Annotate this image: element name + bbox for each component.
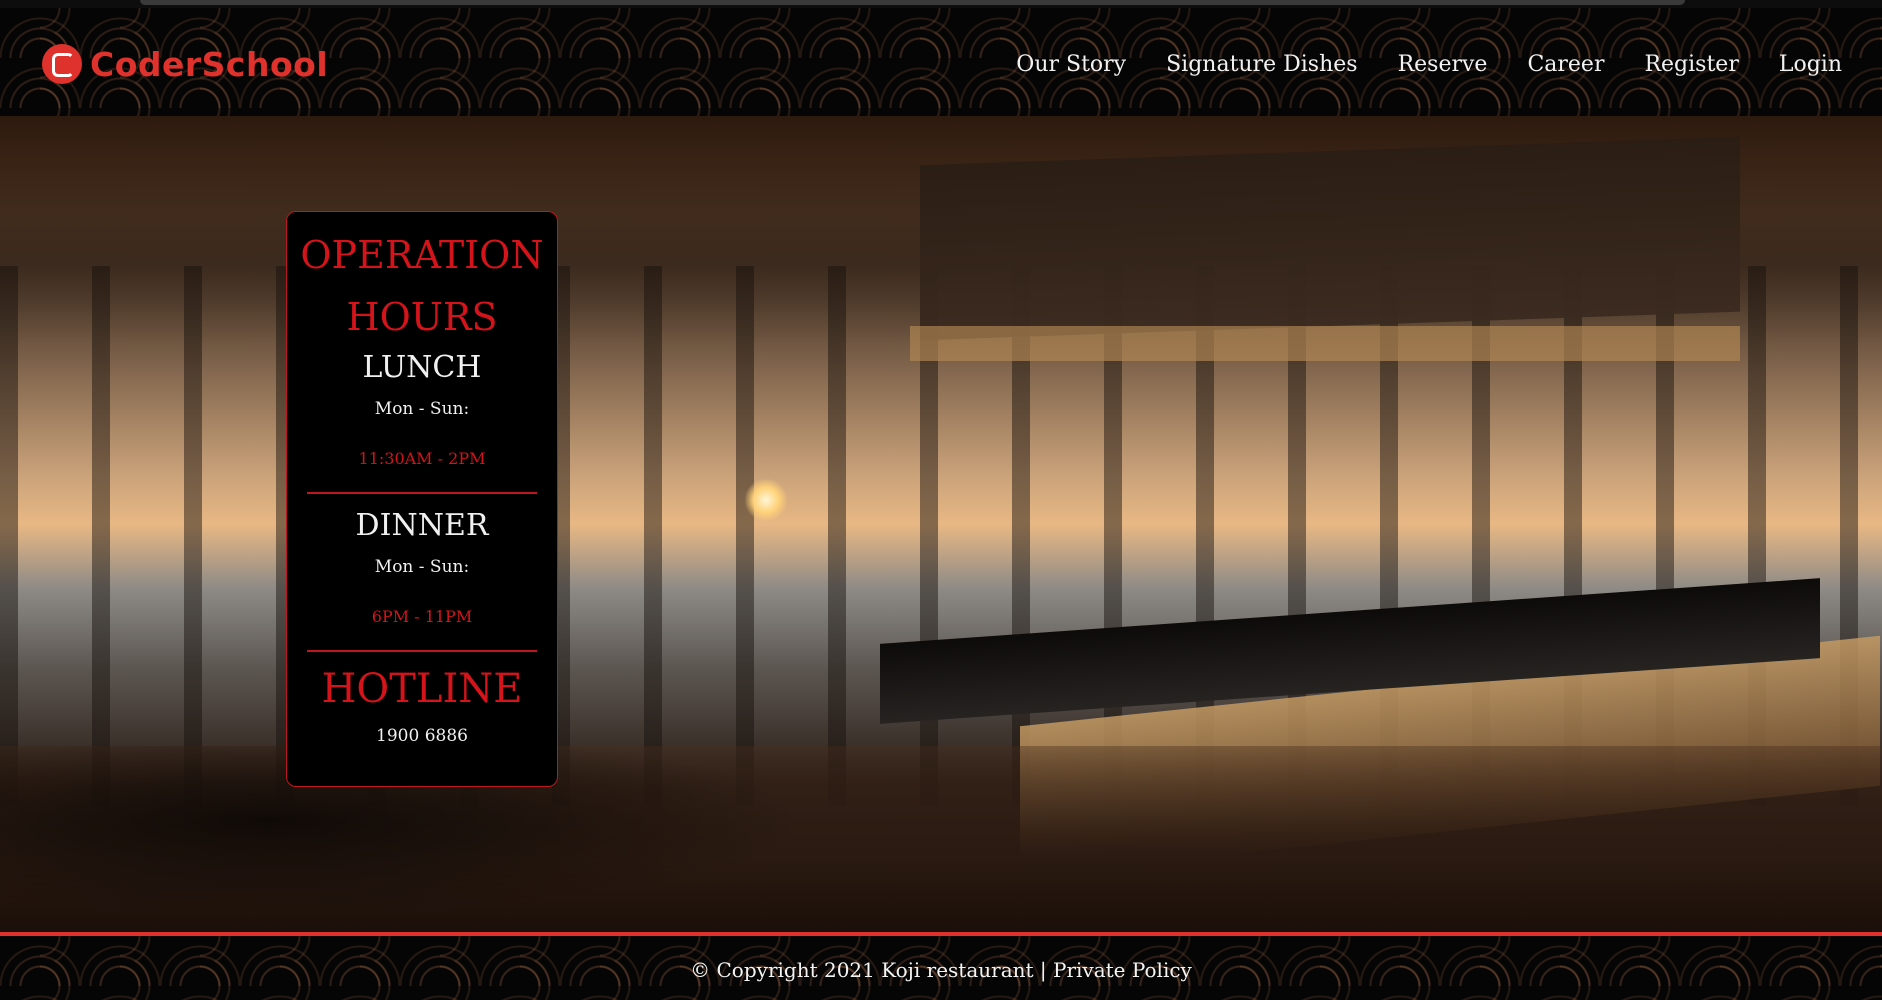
footer-text: © Copyright 2021 Koji restaurant | Priva…	[0, 958, 1882, 982]
main-nav: Our Story Signature Dishes Reserve Caree…	[976, 52, 1842, 77]
dinner-days: Mon - Sun:	[374, 557, 470, 577]
top-strip-inner	[140, 0, 1685, 5]
lunch-days: Mon - Sun:	[374, 399, 470, 419]
browser-top-strip	[0, 0, 1882, 8]
hours-title-line2: HOURS	[346, 295, 498, 339]
divider	[307, 650, 537, 652]
ceiling-hood	[920, 136, 1740, 341]
footer-separator: |	[1033, 958, 1053, 982]
nav-reserve[interactable]: Reserve	[1398, 52, 1488, 77]
nav-register[interactable]: Register	[1644, 52, 1738, 77]
nav-signature-dishes[interactable]: Signature Dishes	[1166, 52, 1357, 77]
hero-restaurant-image	[0, 116, 1882, 932]
divider	[307, 492, 537, 494]
lunch-time: 11:30AM - 2PM	[358, 449, 486, 468]
sunset-sun	[744, 478, 788, 522]
site-footer: © Copyright 2021 Koji restaurant | Priva…	[0, 932, 1882, 1000]
coderschool-logo-icon	[42, 44, 82, 84]
site-header: CoderSchool Our Story Signature Dishes R…	[0, 8, 1882, 116]
nav-career[interactable]: Career	[1527, 52, 1604, 77]
hotline-number[interactable]: 1900 6886	[287, 726, 557, 746]
lunch-heading: LUNCH	[362, 350, 482, 385]
brand-name: CoderSchool	[90, 44, 329, 84]
operation-hours-card: OPERATION HOURS LUNCH Mon - Sun: 11:30AM…	[286, 211, 558, 787]
dinner-heading: DINNER	[355, 508, 489, 543]
nav-our-story[interactable]: Our Story	[1016, 52, 1126, 77]
dinner-time: 6PM - 11PM	[371, 607, 473, 626]
copyright-text: © Copyright 2021 Koji restaurant	[690, 958, 1034, 982]
private-policy-link[interactable]: Private Policy	[1053, 958, 1192, 982]
ceiling-light-band	[910, 326, 1740, 361]
hours-title-line1: OPERATION	[300, 233, 544, 277]
hours-title: OPERATION HOURS	[287, 224, 557, 348]
hotline-heading: HOTLINE	[321, 666, 523, 712]
nav-login[interactable]: Login	[1779, 52, 1842, 77]
brand-logo[interactable]: CoderSchool	[42, 44, 328, 84]
